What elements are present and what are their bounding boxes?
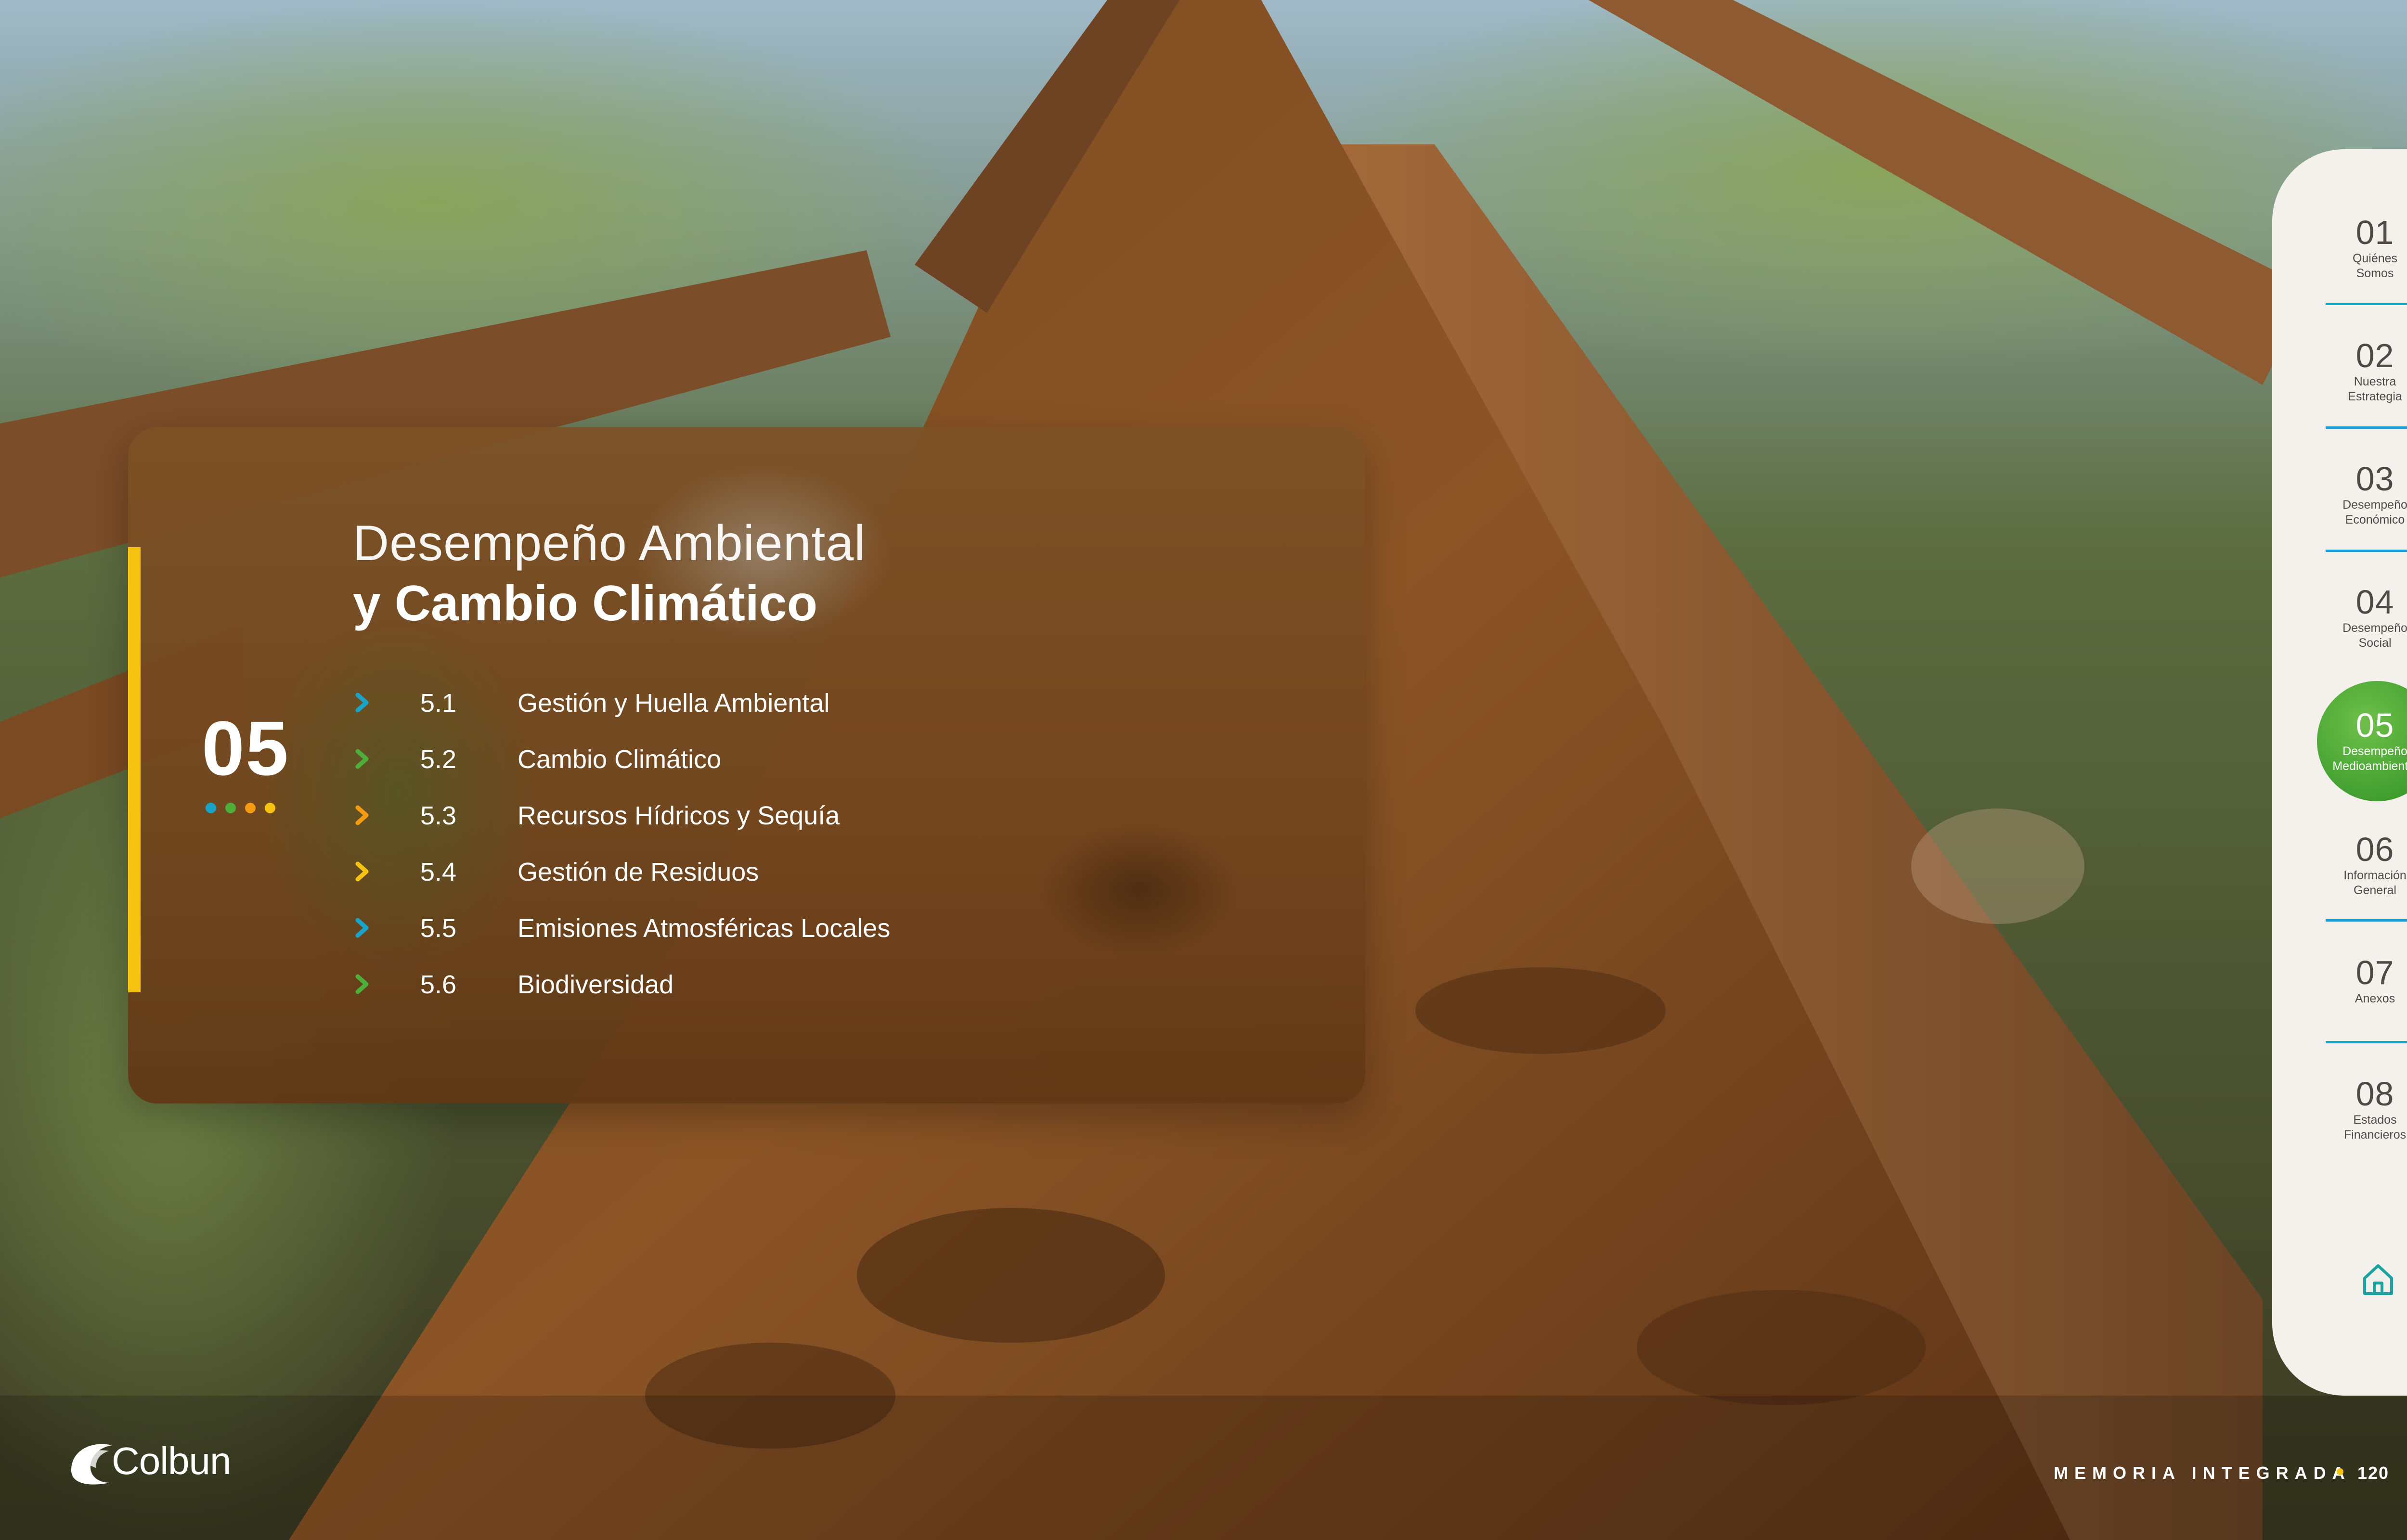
nav-number: 05 — [2355, 706, 2394, 744]
nav-label-line2: General — [2354, 884, 2396, 898]
chevron-right-icon — [355, 805, 369, 825]
nav-chapter-01[interactable]: 01 Quiénes Somos — [2323, 216, 2407, 282]
footer-report-title: MEMORIA INTEGRADA — [2054, 1463, 2351, 1483]
toc-item-5-3[interactable]: 5.3 Recursos Hídricos y Sequía — [353, 796, 1075, 834]
toc-number: 5.5 — [420, 914, 457, 943]
dot-green — [225, 803, 236, 813]
section-title-line2: y Cambio Climático — [353, 576, 818, 631]
dot-orange — [245, 803, 256, 813]
nav-label-line1: Desempeño — [2342, 621, 2407, 635]
chevron-right-icon — [355, 749, 369, 769]
page-number: 120 — [2357, 1463, 2390, 1483]
nav-chapter-04[interactable]: 04 Desempeño Social — [2323, 585, 2407, 651]
toc-number: 5.6 — [420, 970, 457, 999]
nav-separator — [2326, 1041, 2407, 1043]
nav-label-line1: Información — [2343, 869, 2407, 882]
nav-number: 06 — [2355, 831, 2394, 868]
nav-number: 07 — [2355, 954, 2394, 991]
nav-label-line2: Económico — [2345, 513, 2405, 527]
nav-chapter-08[interactable]: 08 Estados Financieros — [2323, 1077, 2407, 1143]
nav-separator — [2326, 919, 2407, 922]
nav-label-line2: Estrategia — [2348, 390, 2402, 404]
nav-separator — [2326, 426, 2407, 429]
chevron-right-icon — [355, 918, 369, 938]
toc-label: Biodiversidad — [518, 970, 674, 999]
nav-number: 02 — [2355, 337, 2394, 374]
nav-label-line1: Anexos — [2355, 992, 2395, 1005]
nav-separator — [2326, 550, 2407, 552]
nav-chapter-02[interactable]: 02 Nuestra Estrategia — [2323, 339, 2407, 405]
dot-blue — [206, 803, 216, 813]
nav-separator — [2326, 303, 2407, 305]
brand-name: Colbun — [112, 1439, 232, 1482]
toc-label: Gestión y Huella Ambiental — [518, 689, 830, 718]
toc-number: 5.2 — [420, 745, 457, 774]
toc-label: Gestión de Residuos — [518, 858, 759, 886]
nav-label-line2: Medioambiental — [2332, 759, 2407, 773]
nav-label-line1: Quiénes — [2352, 252, 2398, 265]
nav-number: 08 — [2355, 1075, 2394, 1113]
nav-chapter-07[interactable]: 07 Anexos — [2323, 956, 2407, 1006]
toc-item-5-4[interactable]: 5.4 Gestión de Residuos — [353, 852, 1075, 891]
nav-label-line1: Desempeño — [2342, 498, 2407, 512]
nav-chapter-03[interactable]: 03 Desempeño Económico — [2323, 462, 2407, 528]
nav-label-line2: Social — [2358, 636, 2392, 650]
toc-label: Cambio Climático — [518, 745, 722, 774]
home-icon[interactable] — [2359, 1260, 2397, 1298]
nav-label-line2: Financieros — [2343, 1128, 2407, 1142]
chevron-right-icon — [355, 861, 369, 882]
nav-chapter-06[interactable]: 06 Información General — [2323, 833, 2407, 898]
toc-label: Emisiones Atmosféricas Locales — [518, 914, 891, 943]
footer-separator-dot — [2337, 1468, 2343, 1475]
toc-label: Recursos Hídricos y Sequía — [518, 801, 840, 830]
toc-item-5-1[interactable]: 5.1 Gestión y Huella Ambiental — [353, 683, 1075, 722]
nav-number: 04 — [2355, 583, 2394, 621]
nav-number: 01 — [2355, 214, 2394, 251]
dot-yellow — [265, 803, 275, 813]
nav-label-line1: Desempeño — [2342, 744, 2407, 758]
section-number: 05 — [202, 705, 289, 791]
section-title-line1: Desempeño Ambiental — [353, 515, 866, 571]
nav-label-line1: Estados — [2353, 1113, 2397, 1127]
nav-label-line1: Nuestra — [2354, 375, 2396, 388]
section-accent-bar — [128, 547, 141, 992]
toc-number: 5.4 — [420, 858, 457, 886]
toc-item-5-5[interactable]: 5.5 Emisiones Atmosféricas Locales — [353, 909, 1075, 947]
chevron-right-icon — [355, 693, 369, 713]
toc-item-5-2[interactable]: 5.2 Cambio Climático — [353, 740, 1075, 778]
toc-number: 5.3 — [420, 801, 457, 830]
nav-chapter-05[interactable]: 05 Desempeño Medioambiental — [2323, 708, 2407, 774]
toc-item-5-6[interactable]: 5.6 Biodiversidad — [353, 965, 1075, 1003]
chevron-right-icon — [355, 974, 369, 994]
toc-number: 5.1 — [420, 689, 457, 718]
nav-label-line2: Somos — [2356, 267, 2394, 281]
nav-number: 03 — [2355, 460, 2394, 498]
